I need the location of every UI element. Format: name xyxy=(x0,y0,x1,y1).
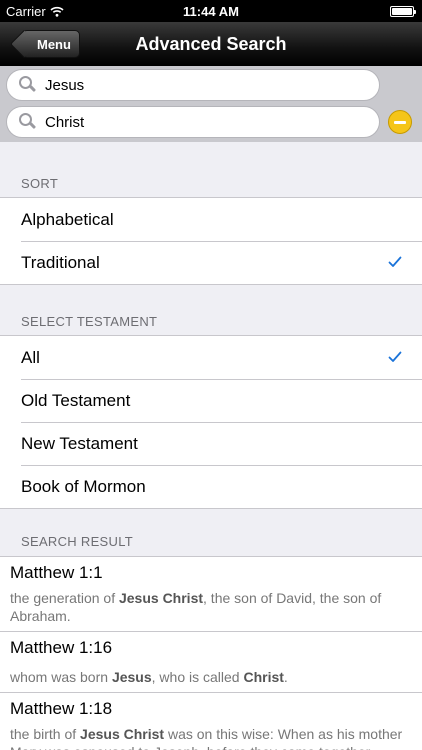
minus-icon xyxy=(394,120,406,124)
matched-term: Jesus xyxy=(111,669,152,685)
result-fragment: the generation of xyxy=(10,590,119,606)
result-fragment: , who is called xyxy=(151,669,244,685)
result-fragment: whom was born xyxy=(10,669,112,685)
advanced-search-screen: Carrier 11:44 AM Menu Advanced Search SO xyxy=(0,0,422,750)
sort-option-label: Traditional xyxy=(21,252,100,272)
checkmark-icon xyxy=(388,256,402,267)
search-field-2[interactable] xyxy=(6,106,380,138)
results-list: Matthew 1:1 the generation of Jesus Chri… xyxy=(0,556,422,750)
result-text: the birth of Jesus Christ was on this wi… xyxy=(10,725,412,750)
matched-term: Christ xyxy=(243,669,284,685)
search-input-1[interactable] xyxy=(45,76,345,94)
remove-term-button[interactable] xyxy=(388,110,412,134)
sort-option-label: Alphabetical xyxy=(21,209,114,229)
result-fragment: . xyxy=(283,669,288,685)
testament-group: All Old Testament New Testament Book of … xyxy=(0,335,422,509)
results-header: SEARCH RESULT xyxy=(21,534,134,549)
result-reference: Matthew 1:16 xyxy=(10,638,113,657)
testament-option-label: All xyxy=(21,347,40,367)
status-bar: Carrier 11:44 AM xyxy=(0,0,422,22)
matched-term: Jesus Christ xyxy=(118,590,204,606)
testament-option-old[interactable]: Old Testament xyxy=(0,379,422,422)
testament-option-label: Book of Mormon xyxy=(21,476,146,496)
testament-option-mormon[interactable]: Book of Mormon xyxy=(0,465,422,508)
search-input-2[interactable] xyxy=(45,113,345,131)
result-reference: Matthew 1:1 xyxy=(10,563,103,582)
result-item[interactable]: Matthew 1:1 the generation of Jesus Chri… xyxy=(0,557,422,631)
result-text: whom was born Jesus, who is called Chris… xyxy=(10,668,412,686)
search-field-1[interactable] xyxy=(6,69,380,101)
sort-option-traditional[interactable]: Traditional xyxy=(0,241,422,284)
result-item[interactable]: Matthew 1:16 whom was born Jesus, who is… xyxy=(0,631,422,692)
sort-option-alphabetical[interactable]: Alphabetical xyxy=(0,198,422,241)
testament-option-new[interactable]: New Testament xyxy=(0,422,422,465)
result-fragment: the birth of xyxy=(10,726,81,742)
result-text: the generation of Jesus Christ, the son … xyxy=(10,589,412,625)
search-icon xyxy=(19,113,37,131)
navigation-bar: Menu Advanced Search xyxy=(0,22,422,66)
testament-option-label: Old Testament xyxy=(21,390,131,410)
testament-option-all[interactable]: All xyxy=(0,336,422,379)
testament-option-label: New Testament xyxy=(21,433,138,453)
search-icon xyxy=(19,76,37,94)
clock: 11:44 AM xyxy=(183,4,239,19)
testament-header: SELECT TESTAMENT xyxy=(21,314,158,329)
matched-term: Jesus Christ xyxy=(80,726,165,742)
sort-group: Alphabetical Traditional xyxy=(0,197,422,285)
search-area xyxy=(0,66,422,142)
page-title: Advanced Search xyxy=(135,34,287,54)
sort-header: SORT xyxy=(21,176,59,191)
battery-icon xyxy=(390,6,416,17)
result-item[interactable]: Matthew 1:18 the birth of Jesus Christ w… xyxy=(0,692,422,750)
checkmark-icon xyxy=(388,351,402,362)
result-reference: Matthew 1:18 xyxy=(10,699,113,718)
